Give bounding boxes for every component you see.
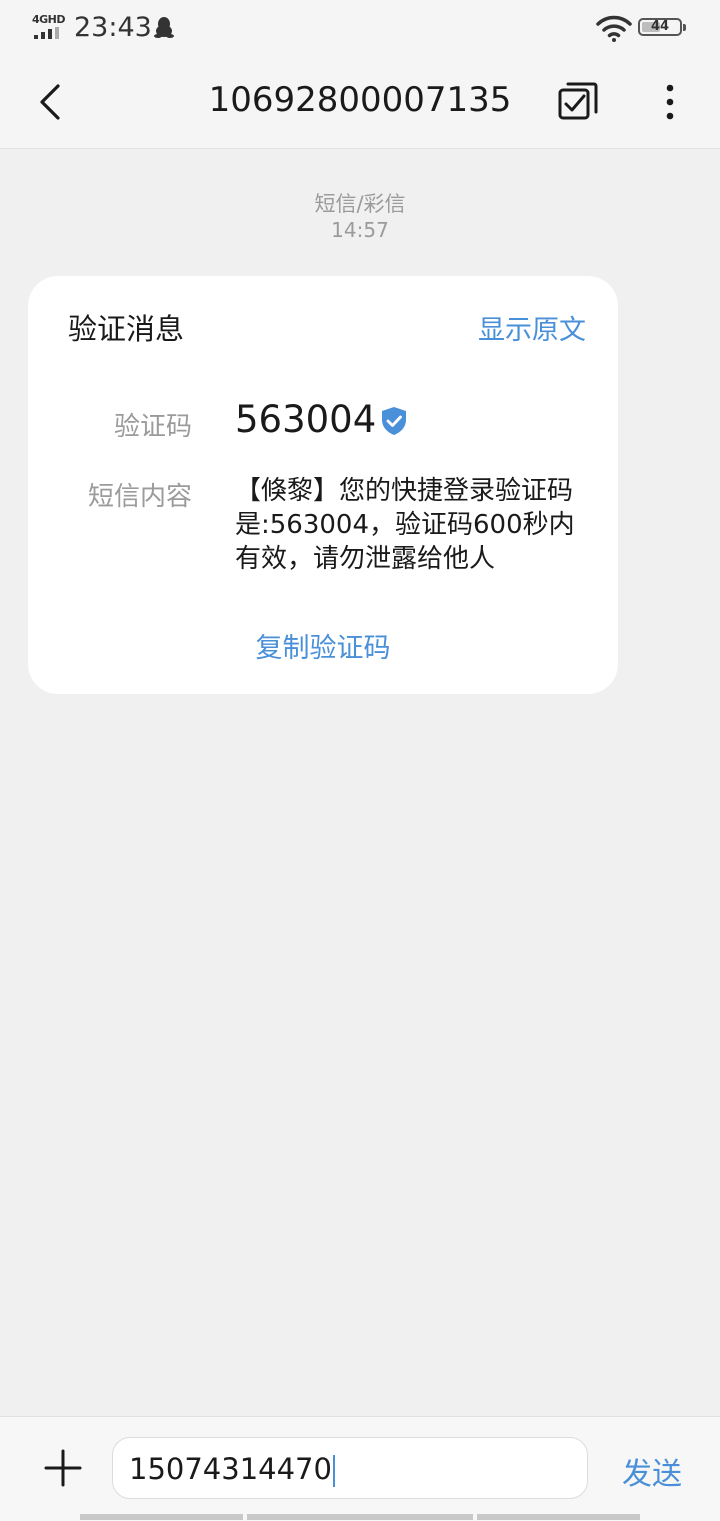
- show-original-button[interactable]: 显示原文: [478, 308, 586, 347]
- verification-code[interactable]: 563004: [235, 398, 376, 441]
- back-button[interactable]: [28, 78, 76, 126]
- keyboard-edge: [80, 1514, 243, 1520]
- copy-code-button[interactable]: 复制验证码: [28, 626, 618, 665]
- checkbox-select-icon[interactable]: [554, 78, 602, 126]
- network-type: 4GHD: [32, 13, 66, 26]
- contact-title: 10692800007135: [208, 80, 512, 120]
- keyboard-edge: [247, 1514, 473, 1520]
- verified-shield-icon: [382, 407, 406, 435]
- battery-level: 44: [650, 19, 670, 34]
- content-label: 短信内容: [87, 482, 192, 512]
- verification-card[interactable]: 验证消息 显示原文 验证码 563004 短信内容 【倏黎】您的快捷登录验证码是…: [28, 276, 618, 694]
- keyboard-edge: [477, 1514, 640, 1520]
- wifi-icon: [596, 15, 632, 42]
- sms-content-text: 【倏黎】您的快捷登录验证码是:563004，验证码600秒内有效，请勿泄露给他人: [235, 476, 575, 574]
- qq-penguin-icon: [154, 17, 174, 38]
- conversation-header: 10692800007135: [0, 56, 720, 149]
- message-type-label: 短信/彩信: [314, 192, 406, 216]
- message-composer: 15074314470 发送: [0, 1416, 720, 1521]
- code-label: 验证码: [113, 412, 192, 442]
- message-timestamp: 14:57: [331, 218, 389, 242]
- message-input-value: 15074314470: [129, 1452, 332, 1486]
- status-time: 23:43: [74, 12, 152, 43]
- battery-icon: 44: [638, 18, 686, 36]
- send-button[interactable]: 发送: [622, 1449, 682, 1493]
- card-title: 验证消息: [68, 312, 185, 346]
- status-bar: 4GHD 23:43 44: [0, 0, 720, 56]
- plus-icon[interactable]: [42, 1447, 84, 1489]
- text-caret: [332, 1455, 335, 1487]
- cellular-signal-icon: 4GHD: [32, 13, 66, 41]
- more-vertical-icon[interactable]: [648, 78, 692, 126]
- message-input[interactable]: 15074314470: [112, 1437, 588, 1499]
